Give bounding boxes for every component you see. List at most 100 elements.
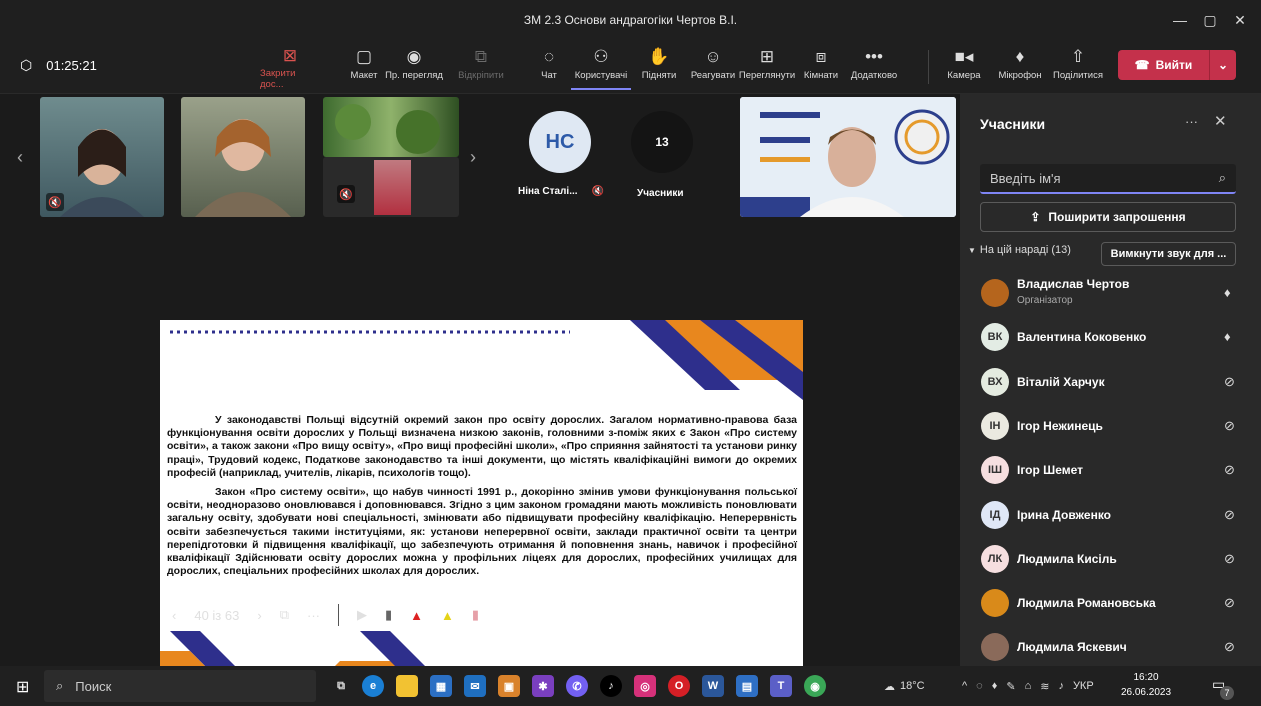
preview-label: Пр. перегляд bbox=[385, 70, 443, 81]
red-pen-tool-icon[interactable]: ▲ bbox=[410, 608, 423, 623]
avatar[interactable]: НС bbox=[529, 111, 591, 173]
close-share-icon: ⊠ bbox=[282, 46, 298, 65]
prev-slide-button[interactable]: ‹ bbox=[172, 608, 176, 623]
participant-name: Ніна Сталі... bbox=[518, 186, 578, 197]
taskbar-search[interactable]: ⌕ Поиск bbox=[44, 670, 316, 702]
popout-button[interactable]: ⧉ Відкріпити bbox=[451, 44, 511, 90]
participant-name: Людмила Яскевич bbox=[1017, 640, 1127, 655]
pen-tool-icon[interactable]: ▮ bbox=[385, 607, 392, 623]
rooms-button[interactable]: ⧈ Кімнати bbox=[791, 44, 851, 90]
highlighter-tool-icon[interactable]: ▲ bbox=[441, 608, 454, 623]
participant-row[interactable]: ІН Ігор Нежинець ⊘ bbox=[960, 404, 1261, 448]
chat-button[interactable]: ◌ Чат bbox=[519, 44, 579, 90]
participant-row[interactable]: ВХ Віталій Харчук ⊘ bbox=[960, 360, 1261, 404]
camera-button[interactable]: ■◂ Камера bbox=[934, 44, 994, 90]
weather-widget[interactable]: ☁ 18°C bbox=[884, 666, 925, 706]
close-window-button[interactable]: ✕ bbox=[1220, 0, 1260, 40]
instagram-icon[interactable]: ◎ bbox=[634, 675, 656, 697]
avatar: ВХ bbox=[981, 367, 1009, 396]
meeting-stage: ‹ 🔇 🔇 › НС Ніна Сталі... 🔇 13 Учасники У… bbox=[0, 94, 960, 681]
video-tile-participant-4[interactable]: 🔇 bbox=[323, 157, 459, 217]
next-slide-button[interactable]: › bbox=[257, 608, 261, 623]
in-meeting-section[interactable]: ▼ На цій нараді (13) bbox=[968, 244, 1071, 256]
volume-icon[interactable]: ♪ bbox=[1058, 680, 1064, 692]
edge-icon[interactable]: e bbox=[362, 675, 384, 697]
organizer-video-tile[interactable] bbox=[740, 97, 956, 217]
shield-icon: ⬡ bbox=[20, 57, 33, 73]
share-button[interactable]: ⇧ Поділитися bbox=[1048, 44, 1108, 90]
mail-icon[interactable]: ✉ bbox=[464, 675, 486, 697]
participant-row[interactable]: ІД Ірина Довженко ⊘ bbox=[960, 493, 1261, 537]
mic-off-icon: ⊘ bbox=[1224, 506, 1235, 522]
avatar: ІШ bbox=[981, 456, 1009, 485]
network-icon[interactable]: ⌂ bbox=[1025, 680, 1032, 692]
share-invite-button[interactable]: ⇪ Поширити запрошення bbox=[980, 202, 1236, 232]
word-icon[interactable]: W bbox=[702, 675, 724, 697]
video-tile-participant-1[interactable]: 🔇 bbox=[40, 97, 164, 217]
video-tile-participant-3[interactable] bbox=[323, 97, 459, 157]
colorful-app-icon[interactable]: ✱ bbox=[532, 675, 554, 697]
participant-name: Ірина Довженко bbox=[1017, 507, 1111, 522]
view-button[interactable]: ⊞ Переглянути bbox=[737, 44, 797, 90]
more-options-icon[interactable]: ··· bbox=[307, 608, 320, 623]
more-button[interactable]: ••• Додатково bbox=[844, 44, 904, 90]
avatar: ЛК bbox=[981, 544, 1009, 573]
camera-label: Камера bbox=[947, 70, 981, 81]
title-bar: ЗМ 2.3 Основи андрагогіки Чертов В.І. — … bbox=[0, 0, 1261, 40]
slide-grid-icon[interactable]: ⧉ bbox=[280, 607, 289, 623]
react-button[interactable]: ☺ Реагувати bbox=[683, 44, 743, 90]
microphone-button[interactable]: ♦ Мікрофон bbox=[990, 44, 1050, 90]
tiktok-icon[interactable]: ♪ bbox=[600, 675, 622, 697]
pen-tray-icon[interactable]: ✎ bbox=[1006, 680, 1015, 693]
popout-label: Відкріпити bbox=[458, 70, 504, 81]
participant-row[interactable]: Людмила Романовська ⊘ bbox=[960, 581, 1261, 625]
participant-row[interactable]: ВК Валентина Коковенко ♦ bbox=[960, 315, 1261, 359]
participant-name: Ігор Шемет bbox=[1017, 463, 1084, 478]
mic-off-icon: 🔇 bbox=[591, 186, 604, 197]
panel-more-icon[interactable]: ··· bbox=[1185, 114, 1198, 129]
chevron-up-icon[interactable]: ^ bbox=[962, 680, 967, 692]
people-button[interactable]: ⚇ Користувачі bbox=[571, 44, 631, 90]
microphone-tray-icon[interactable]: ♦ bbox=[992, 680, 998, 692]
participant-name: Віталій Харчук bbox=[1017, 374, 1105, 389]
gallery-prev-arrow[interactable]: ‹ bbox=[17, 147, 23, 168]
language-indicator[interactable]: УКР bbox=[1073, 680, 1094, 692]
participant-name: Ігор Нежинець bbox=[1017, 418, 1103, 433]
calculator-icon[interactable]: ▤ bbox=[736, 675, 758, 697]
photos-app-icon[interactable]: ▣ bbox=[498, 675, 520, 697]
share-link-icon: ⇪ bbox=[1030, 210, 1041, 224]
file-explorer-icon[interactable] bbox=[396, 675, 418, 697]
close-icon[interactable]: ✕ bbox=[1214, 112, 1227, 130]
opera-icon[interactable]: O bbox=[668, 675, 690, 697]
video-tile-participant-2[interactable] bbox=[181, 97, 305, 217]
teams-icon[interactable]: T bbox=[770, 675, 792, 697]
pointer-tool-icon[interactable]: ▶ bbox=[357, 607, 367, 623]
chevron-down-icon[interactable]: ⌄ bbox=[1210, 58, 1236, 72]
viber-icon[interactable]: ✆ bbox=[566, 675, 588, 697]
participants-count-badge[interactable]: 13 bbox=[631, 111, 693, 173]
mic-off-icon: ⊘ bbox=[1224, 639, 1235, 655]
participant-name: Людмила Романовська bbox=[1017, 596, 1156, 611]
raise-hand-button[interactable]: ✋ Підняти bbox=[629, 44, 689, 90]
leave-main[interactable]: ☎ Вийти bbox=[1118, 58, 1209, 72]
participant-row[interactable]: Владислав Чертов Організатор ♦ bbox=[960, 271, 1261, 315]
task-view-icon[interactable]: ⧉ bbox=[330, 675, 352, 697]
participant-row[interactable]: Людмила Яскевич ⊘ bbox=[960, 625, 1261, 669]
participant-name: Валентина Коковенко bbox=[1017, 330, 1147, 345]
eraser-tool-icon[interactable]: ▮ bbox=[472, 607, 479, 623]
notifications-icon[interactable]: ▭ 7 bbox=[1212, 676, 1234, 700]
tray-app-icon[interactable]: ◌ bbox=[976, 680, 983, 692]
participant-search-input[interactable]: Введіть ім'я ⌕ bbox=[980, 164, 1236, 194]
chrome-icon[interactable]: ◉ bbox=[804, 675, 826, 697]
wifi-icon[interactable]: ≋ bbox=[1040, 680, 1049, 693]
preview-button[interactable]: ◉ Пр. перегляд bbox=[384, 44, 444, 90]
windows-start-icon[interactable]: ⊞ bbox=[16, 677, 29, 697]
leave-button[interactable]: ☎ Вийти ⌄ bbox=[1118, 50, 1236, 80]
taskbar-clock[interactable]: 16:20 26.06.2023 bbox=[1120, 670, 1172, 700]
stop-sharing-button[interactable]: ⊠ Закрити дос... bbox=[260, 44, 320, 90]
mute-all-button[interactable]: Вимкнути звук для ... bbox=[1101, 242, 1236, 266]
store-icon[interactable]: ▦ bbox=[430, 675, 452, 697]
gallery-next-arrow[interactable]: › bbox=[470, 147, 476, 168]
participant-row[interactable]: ІШ Ігор Шемет ⊘ bbox=[960, 448, 1261, 492]
participant-row[interactable]: ЛК Людмила Кисіль ⊘ bbox=[960, 537, 1261, 581]
